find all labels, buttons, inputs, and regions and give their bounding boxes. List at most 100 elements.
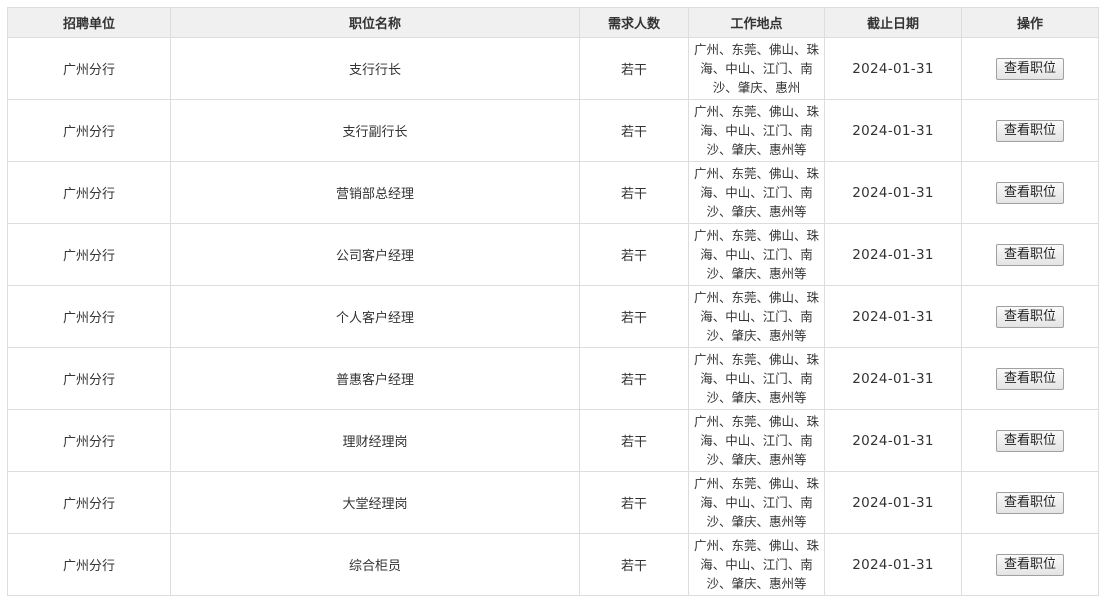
position-title: 大堂经理岗: [342, 497, 408, 512]
position-title-cell: 支行行长: [170, 37, 580, 100]
deadline-cell: 2024-01-31: [824, 99, 962, 162]
work-location: 广州、东莞、佛山、珠海、中山、江门、南沙、肇庆、惠州等: [693, 104, 819, 157]
headcount: 若干: [620, 373, 647, 388]
headcount: 若干: [620, 497, 647, 512]
deadline-cell: 2024-01-31: [824, 37, 962, 100]
work-location: 广州、东莞、佛山、珠海、中山、江门、南沙、肇庆、惠州等: [693, 166, 819, 219]
position-title-cell: 理财经理岗: [170, 409, 580, 472]
work-location: 广州、东莞、佛山、珠海、中山、江门、南沙、肇庆、惠州等: [693, 352, 819, 405]
work-location-cell: 广州、东莞、佛山、珠海、中山、江门、南沙、肇庆、惠州等: [688, 223, 825, 286]
work-location-cell: 广州、东莞、佛山、珠海、中山、江门、南沙、肇庆、惠州等: [688, 99, 825, 162]
view-position-button[interactable]: 查看职位: [995, 491, 1064, 514]
position-title: 综合柜员: [348, 559, 401, 574]
table-row: 广州分行 综合柜员 若干 广州、东莞、佛山、珠海、中山、江门、南沙、肇庆、惠州等…: [7, 533, 1099, 596]
position-title: 个人客户经理: [335, 311, 414, 326]
headcount-cell: 若干: [579, 37, 689, 100]
work-location-cell: 广州、东莞、佛山、珠海、中山、江门、南沙、肇庆、惠州等: [688, 471, 825, 534]
recruiting-unit: 广州分行: [62, 311, 115, 326]
position-title: 营销部总经理: [335, 187, 414, 202]
deadline: 2024-01-31: [852, 432, 934, 449]
recruiting-unit: 广州分行: [62, 125, 115, 140]
table-row: 广州分行 支行副行长 若干 广州、东莞、佛山、珠海、中山、江门、南沙、肇庆、惠州…: [7, 99, 1099, 162]
header-headcount: 需求人数: [579, 7, 689, 38]
actions-cell: 查看职位: [961, 347, 1099, 410]
header-deadline: 截止日期: [824, 7, 962, 38]
table-row: 广州分行 营销部总经理 若干 广州、东莞、佛山、珠海、中山、江门、南沙、肇庆、惠…: [7, 161, 1099, 224]
recruiting-unit-cell: 广州分行: [7, 533, 171, 596]
headcount-cell: 若干: [579, 223, 689, 286]
actions-cell: 查看职位: [961, 533, 1099, 596]
position-title-cell: 营销部总经理: [170, 161, 580, 224]
deadline-cell: 2024-01-31: [824, 533, 962, 596]
work-location-cell: 广州、东莞、佛山、珠海、中山、江门、南沙、肇庆、惠州等: [688, 409, 825, 472]
deadline: 2024-01-31: [852, 556, 934, 573]
deadline: 2024-01-31: [852, 60, 934, 77]
work-location-cell: 广州、东莞、佛山、珠海、中山、江门、南沙、肇庆、惠州等: [688, 285, 825, 348]
deadline-cell: 2024-01-31: [824, 223, 962, 286]
position-title: 支行行长: [348, 63, 401, 78]
table-row: 广州分行 理财经理岗 若干 广州、东莞、佛山、珠海、中山、江门、南沙、肇庆、惠州…: [7, 409, 1099, 472]
work-location: 广州、东莞、佛山、珠海、中山、江门、南沙、肇庆、惠州等: [693, 538, 819, 591]
recruiting-unit-cell: 广州分行: [7, 409, 171, 472]
actions-cell: 查看职位: [961, 161, 1099, 224]
headcount: 若干: [620, 311, 647, 326]
work-location-cell: 广州、东莞、佛山、珠海、中山、江门、南沙、肇庆、惠州: [688, 37, 825, 100]
work-location: 广州、东莞、佛山、珠海、中山、江门、南沙、肇庆、惠州等: [693, 290, 819, 343]
headcount-cell: 若干: [579, 533, 689, 596]
position-title: 支行副行长: [342, 125, 408, 140]
position-title-cell: 公司客户经理: [170, 223, 580, 286]
job-listing-table: 招聘单位 职位名称 需求人数 工作地点 截止日期 操作 广州分行 支行行长 若干…: [7, 7, 1099, 596]
view-position-button[interactable]: 查看职位: [995, 305, 1064, 328]
table-row: 广州分行 普惠客户经理 若干 广州、东莞、佛山、珠海、中山、江门、南沙、肇庆、惠…: [7, 347, 1099, 410]
table-row: 广州分行 公司客户经理 若干 广州、东莞、佛山、珠海、中山、江门、南沙、肇庆、惠…: [7, 223, 1099, 286]
recruiting-unit: 广州分行: [62, 373, 115, 388]
header-recruiting-unit: 招聘单位: [7, 7, 171, 38]
headcount: 若干: [620, 187, 647, 202]
deadline: 2024-01-31: [852, 184, 934, 201]
headcount-cell: 若干: [579, 161, 689, 224]
view-position-button[interactable]: 查看职位: [995, 429, 1064, 452]
view-position-button[interactable]: 查看职位: [995, 553, 1064, 576]
work-location-cell: 广州、东莞、佛山、珠海、中山、江门、南沙、肇庆、惠州等: [688, 347, 825, 410]
deadline: 2024-01-31: [852, 122, 934, 139]
work-location-cell: 广州、东莞、佛山、珠海、中山、江门、南沙、肇庆、惠州等: [688, 533, 825, 596]
position-title-cell: 普惠客户经理: [170, 347, 580, 410]
table-row: 广州分行 支行行长 若干 广州、东莞、佛山、珠海、中山、江门、南沙、肇庆、惠州 …: [7, 37, 1099, 100]
work-location: 广州、东莞、佛山、珠海、中山、江门、南沙、肇庆、惠州等: [693, 414, 819, 467]
recruiting-unit-cell: 广州分行: [7, 347, 171, 410]
deadline-cell: 2024-01-31: [824, 471, 962, 534]
recruiting-unit: 广州分行: [62, 497, 115, 512]
headcount: 若干: [620, 435, 647, 450]
position-title: 普惠客户经理: [335, 373, 414, 388]
view-position-button[interactable]: 查看职位: [995, 57, 1064, 80]
actions-cell: 查看职位: [961, 285, 1099, 348]
headcount-cell: 若干: [579, 347, 689, 410]
view-position-button[interactable]: 查看职位: [995, 243, 1064, 266]
position-title: 公司客户经理: [335, 249, 414, 264]
position-title-cell: 个人客户经理: [170, 285, 580, 348]
recruiting-unit: 广州分行: [62, 187, 115, 202]
recruiting-unit: 广州分行: [62, 435, 115, 450]
work-location-cell: 广州、东莞、佛山、珠海、中山、江门、南沙、肇庆、惠州等: [688, 161, 825, 224]
headcount: 若干: [620, 63, 647, 78]
view-position-button[interactable]: 查看职位: [995, 119, 1064, 142]
job-listing-container: 招聘单位 职位名称 需求人数 工作地点 截止日期 操作 广州分行 支行行长 若干…: [7, 7, 1099, 596]
view-position-button[interactable]: 查看职位: [995, 367, 1064, 390]
deadline: 2024-01-31: [852, 246, 934, 263]
deadline: 2024-01-31: [852, 308, 934, 325]
headcount: 若干: [620, 249, 647, 264]
deadline-cell: 2024-01-31: [824, 161, 962, 224]
deadline-cell: 2024-01-31: [824, 347, 962, 410]
header-work-location: 工作地点: [688, 7, 825, 38]
recruiting-unit: 广州分行: [62, 249, 115, 264]
view-position-button[interactable]: 查看职位: [995, 181, 1064, 204]
header-position-title: 职位名称: [170, 7, 580, 38]
table-row: 广州分行 个人客户经理 若干 广州、东莞、佛山、珠海、中山、江门、南沙、肇庆、惠…: [7, 285, 1099, 348]
deadline: 2024-01-31: [852, 370, 934, 387]
recruiting-unit-cell: 广州分行: [7, 37, 171, 100]
recruiting-unit-cell: 广州分行: [7, 471, 171, 534]
table-row: 广州分行 大堂经理岗 若干 广州、东莞、佛山、珠海、中山、江门、南沙、肇庆、惠州…: [7, 471, 1099, 534]
deadline: 2024-01-31: [852, 494, 934, 511]
actions-cell: 查看职位: [961, 99, 1099, 162]
headcount: 若干: [620, 559, 647, 574]
